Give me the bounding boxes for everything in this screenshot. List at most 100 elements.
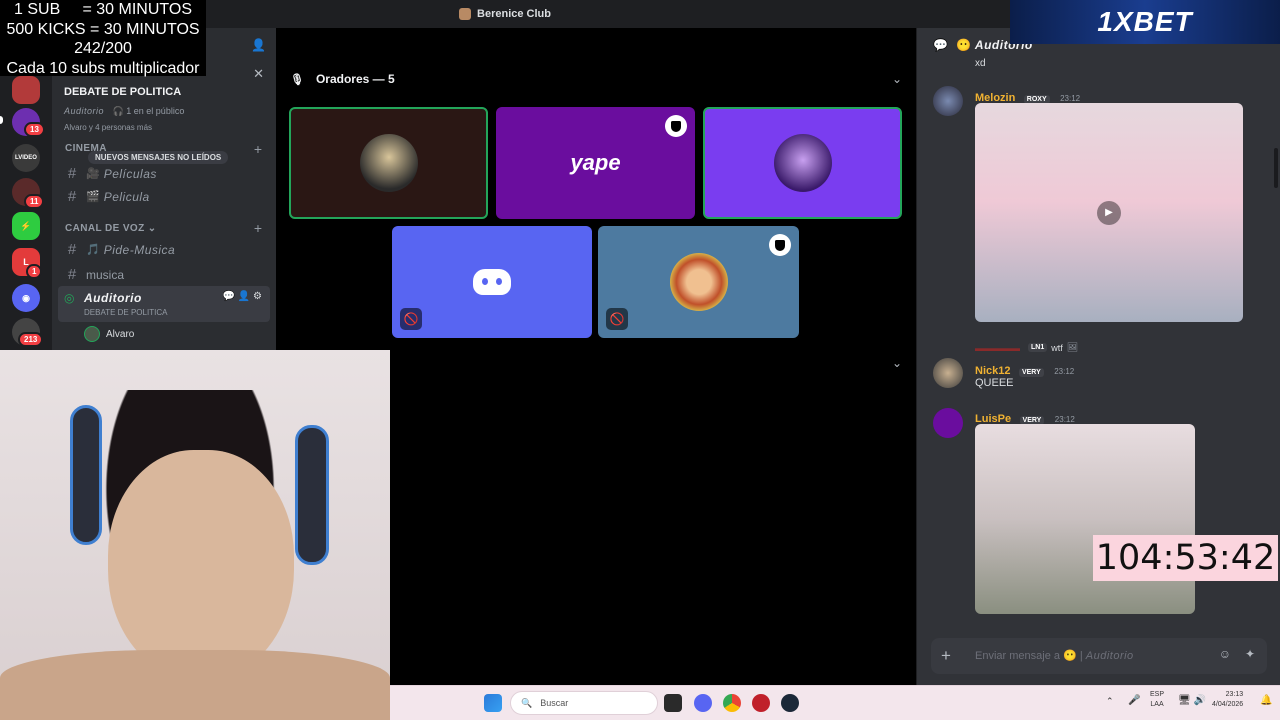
avatar[interactable] (933, 408, 963, 438)
speakers-label: Oradores — 5 (315, 72, 395, 86)
headphones-icon: 🎧 (112, 106, 124, 116)
chevron-down-icon[interactable]: ⌄ (892, 72, 902, 86)
emoji-picker-icon[interactable]: ☺ (1219, 647, 1231, 661)
moderator-shield-icon (665, 115, 687, 137)
overlay-line: 1 SUB = 30 MINUTOS (14, 1, 192, 18)
event-people: Alvaro y 4 personas más (64, 123, 153, 132)
mic-icon[interactable]: 🎤 (1128, 695, 1140, 706)
ad-brand: 1XBET (1097, 6, 1193, 37)
overlay-line: Cada 10 subs multiplicador (6, 59, 200, 77)
role-tag: VERY (1018, 368, 1044, 377)
channel-label: Pelicula (103, 189, 150, 204)
hash-icon: # (67, 188, 77, 205)
taskbar-clock[interactable]: 23:13 4/04/2026 (1212, 690, 1243, 710)
taskbar-search[interactable]: 🔍 Buscar (510, 691, 658, 715)
chevron-down-icon[interactable]: ⌄ (892, 356, 902, 370)
role-tag: LN1 (1028, 343, 1048, 352)
moderator-shield-icon (769, 234, 791, 256)
add-channel-icon[interactable]: + (254, 141, 262, 157)
channel-pide-musica[interactable]: # 🎵 Pide-Musica (66, 241, 175, 258)
steam-icon[interactable] (781, 694, 799, 712)
category-voice[interactable]: CANAL DE VOZ ⌄ (65, 223, 157, 234)
speaker-tile[interactable]: yape (496, 107, 695, 219)
apps-icon[interactable]: ✦ (1245, 647, 1255, 661)
discord-taskbar-icon[interactable] (694, 694, 712, 712)
speaker-tile[interactable]: 🚫 (598, 226, 799, 338)
windows-start-icon[interactable] (484, 694, 502, 712)
active-voice-channel[interactable]: ◎ Auditorio DEBATE DE POLITICA 💬 👤 ⚙ (58, 286, 270, 322)
placeholder-channel: Auditorio (1085, 650, 1134, 662)
network-volume-icons[interactable]: 🖥 🔊 (1178, 695, 1206, 706)
shoulders (0, 650, 390, 720)
headphone-left (70, 405, 102, 545)
lang-code: ESP (1150, 691, 1165, 698)
avatar[interactable] (933, 358, 963, 388)
overlay-line: 242/200 (74, 40, 132, 57)
channel-actions-icons[interactable]: 💬 👤 ⚙ (223, 291, 262, 302)
channel-peliculas[interactable]: # 🎥 Películas (66, 165, 157, 182)
message-time: 23:12 (1054, 415, 1075, 424)
event-meta: Auditorio 🎧 1 en el público (64, 106, 184, 117)
message-time: 23:12 (1060, 94, 1081, 103)
channel-musica[interactable]: # musica (66, 266, 124, 283)
speaker-tile[interactable] (289, 107, 488, 219)
message-time: 23:12 (1054, 367, 1075, 376)
chat-panel: 💬 😶 Auditorio xd Melozin ROXY 23:12 ▶ ▬▬… (916, 28, 1280, 688)
server-badge: 213 (18, 332, 44, 347)
avatar (669, 253, 728, 311)
add-friend-icon[interactable]: 👤 (251, 38, 266, 52)
play-icon[interactable]: ▶ (1097, 200, 1121, 225)
hash-icon: # (67, 165, 77, 182)
notifications-icon[interactable]: 🔔 (1260, 695, 1272, 706)
discord-icon[interactable]: ◉ (12, 284, 40, 312)
reply-text: wtf (1051, 342, 1063, 353)
clock-time: 23:13 (1225, 691, 1244, 698)
image-icon: 🖼 (1066, 342, 1079, 352)
event-title[interactable]: DEBATE DE POLITICA (64, 86, 181, 98)
app-icon[interactable] (752, 694, 770, 712)
server-icon-1[interactable] (12, 76, 40, 104)
task-view-icon[interactable] (664, 694, 682, 712)
countdown-timer: 104:53:42 (1093, 535, 1278, 581)
close-icon[interactable]: ✕ (253, 66, 264, 82)
voice-user-name: Alvaro (106, 328, 135, 340)
channel-pelicula[interactable]: # 🎬 Pelicula (66, 188, 150, 205)
new-messages-pill[interactable]: NUEVOS MENSAJES NO LEÍDOS (88, 151, 229, 164)
overlay-line: 500 KICKS = 30 MINUTOS (6, 20, 200, 38)
event-audience: 1 en el público (126, 106, 185, 116)
avatar[interactable] (933, 86, 963, 116)
author-name[interactable]: Nick12 (975, 365, 1010, 377)
chat-bubble-icon: 💬 (933, 38, 948, 52)
avatar (359, 134, 418, 192)
hash-icon: # (67, 241, 77, 258)
hash-icon: # (67, 266, 77, 283)
avatar (84, 326, 100, 342)
webcam-feed (0, 350, 390, 720)
message-input[interactable]: + Enviar mensaje a 😶 | Auditorio ☺ ✦ (931, 638, 1267, 674)
channel-label: Pide-Musica (103, 242, 176, 257)
message-text: QUEEE (975, 377, 1014, 389)
server-badge: 13 (24, 122, 45, 137)
voice-user[interactable]: Alvaro (84, 326, 134, 342)
event-channel: Auditorio (64, 106, 105, 116)
ad-banner: 1XBET (1010, 0, 1280, 44)
message-image[interactable]: ▶ (975, 103, 1243, 322)
avatar (773, 134, 832, 192)
lang-layout: LAA (1150, 701, 1164, 708)
speaker-tile[interactable] (703, 107, 902, 219)
reply-reference[interactable]: ▬▬▬▬▬ LN1 wtf 🖼 (975, 342, 1078, 353)
message-image[interactable] (975, 424, 1195, 614)
language-indicator[interactable]: ESP LAA (1150, 690, 1164, 710)
add-attachment-icon[interactable]: + (941, 646, 951, 666)
add-voice-channel-icon[interactable]: + (254, 220, 262, 236)
channel-label: musica (86, 267, 125, 282)
speaker-tile[interactable]: 🚫 (392, 226, 592, 338)
message-fragment: xd (975, 58, 986, 69)
channel-emoji: 🎬 (86, 191, 100, 203)
server-icon-5[interactable]: ⚡ (12, 212, 40, 240)
scrollbar[interactable] (1274, 148, 1278, 188)
chrome-icon[interactable] (723, 694, 741, 712)
chevron-up-icon[interactable]: ⌃ (1106, 696, 1114, 707)
server-icon-3[interactable]: LVIDEO (12, 144, 40, 172)
server-icon (459, 8, 472, 20)
